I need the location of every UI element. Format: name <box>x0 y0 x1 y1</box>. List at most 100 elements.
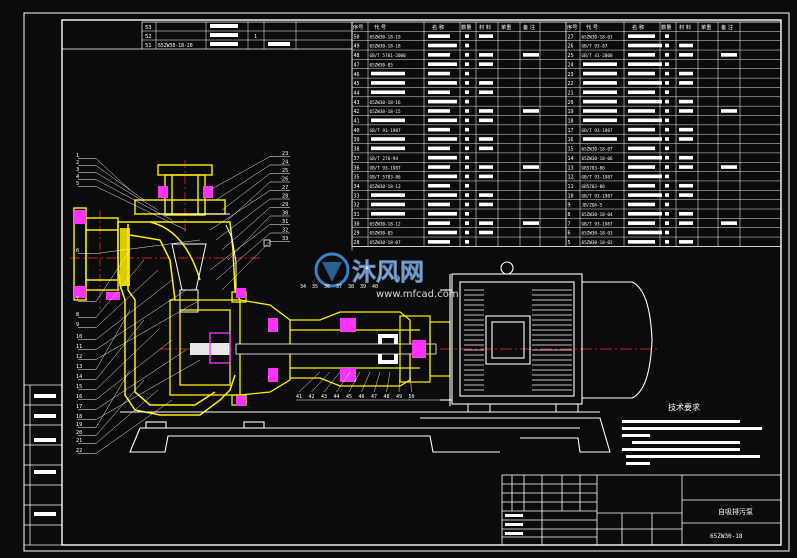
parts-row-no-l-0: 50 <box>354 34 360 40</box>
callout-left-14: 14 <box>76 374 82 380</box>
parts-row-no-r-21: 6 <box>568 231 571 237</box>
parts-row-no-l-5: 45 <box>354 81 360 87</box>
callout-right-25: 25 <box>282 168 288 174</box>
callout-left-18: 18 <box>76 414 82 420</box>
callout-left-11: 11 <box>76 344 82 350</box>
callout-left-21: 21 <box>76 438 82 444</box>
callout-bottom-50: 50 <box>409 394 415 400</box>
parts-row-code-r-20: GB/T 93-1987 <box>582 221 613 227</box>
parts-row-code-r-19: 65ZW30-18-04 <box>582 212 613 218</box>
callout-left-5: 5 <box>76 181 79 187</box>
callout-top-40: 40 <box>372 284 378 290</box>
parts-row-no-l-13: 37 <box>354 156 360 162</box>
callout-left-3: 3 <box>76 167 79 173</box>
parts-header-r-2: 名 称 <box>632 23 644 31</box>
tl-row-code-2: 65ZW30-18-20 <box>158 43 193 49</box>
parts-row-no-l-9: 41 <box>354 119 360 125</box>
parts-row-code-r-13: 65ZW30-18-06 <box>582 156 613 162</box>
parts-row-no-r-19: 8 <box>568 212 571 218</box>
callout-top-35: 35 <box>312 284 318 290</box>
parts-row-no-l-16: 34 <box>354 184 360 190</box>
callout-right-31: 31 <box>282 219 288 225</box>
parts-row-no-r-16: 11 <box>568 184 574 190</box>
parts-row-no-r-8: 19 <box>568 109 574 115</box>
parts-row-no-r-22: 5 <box>568 240 571 246</box>
callout-left-8: 8 <box>76 312 79 318</box>
parts-header-r-5: 单重 <box>701 23 711 31</box>
parts-row-no-l-11: 39 <box>354 137 360 143</box>
title-block-name: 自吸排污泵 <box>718 507 753 516</box>
tl-row-no-0: 53 <box>145 25 152 31</box>
parts-row-code-r-21: 65ZW30-18-03 <box>582 231 613 237</box>
callout-left-2: 2 <box>76 160 79 166</box>
parts-row-no-r-5: 22 <box>568 81 574 87</box>
parts-row-no-r-13: 14 <box>568 156 574 162</box>
parts-row-no-l-22: 28 <box>354 240 360 246</box>
parts-row-no-r-4: 23 <box>568 72 574 78</box>
parts-header-r-3: 数量 <box>661 23 671 31</box>
callout-top-39: 39 <box>360 284 366 290</box>
parts-header-r-4: 材 料 <box>679 23 691 31</box>
callout-right-32: 32 <box>282 228 288 234</box>
parts-row-no-r-17: 10 <box>568 193 574 199</box>
parts-row-code-r-16: GB5783-86 <box>582 184 606 190</box>
parts-row-no-l-19: 31 <box>354 212 360 218</box>
parts-row-code-l-13: GB/T 276-94 <box>370 156 399 162</box>
parts-row-no-r-14: 13 <box>568 165 574 171</box>
parts-row-no-r-1: 26 <box>568 44 574 50</box>
parts-row-no-l-17: 33 <box>354 193 360 199</box>
parts-row-no-r-15: 12 <box>568 175 574 181</box>
callout-bottom-42: 42 <box>309 394 315 400</box>
parts-row-code-r-17: GB/T 93-1987 <box>582 193 613 199</box>
parts-row-code-l-8: 65ZW30-18-15 <box>370 109 401 115</box>
parts-row-no-r-2: 25 <box>568 53 574 59</box>
callout-left-13: 13 <box>76 364 82 370</box>
callout-left-10: 10 <box>76 334 82 340</box>
watermark-brand: 沐风网 <box>352 258 424 286</box>
parts-row-no-l-2: 48 <box>354 53 360 59</box>
parts-row-code-r-0: 65ZW30-18-01 <box>582 34 613 40</box>
parts-row-no-l-15: 35 <box>354 175 360 181</box>
tl-row-no-2: 51 <box>145 43 152 49</box>
parts-row-code-r-2: GB/T 41-2000 <box>582 53 613 59</box>
callout-top-37: 37 <box>336 284 342 290</box>
callout-right-26: 26 <box>282 177 288 183</box>
tl-row-no-1: 52 <box>145 34 152 40</box>
parts-row-no-r-7: 20 <box>568 100 574 106</box>
parts-row-no-l-14: 36 <box>354 165 360 171</box>
parts-row-code-l-10: GB/T 93-1987 <box>370 128 401 134</box>
parts-header-l-3: 数量 <box>461 23 471 31</box>
parts-row-code-r-10: GB/T 93-1987 <box>582 128 613 134</box>
parts-row-code-l-1: 65ZW30-18-18 <box>370 44 401 50</box>
callout-right-23: 23 <box>282 151 288 157</box>
callout-bottom-44: 44 <box>334 394 340 400</box>
parts-row-no-l-21: 29 <box>354 231 360 237</box>
parts-row-no-l-1: 49 <box>354 44 360 50</box>
callout-left-4: 4 <box>76 174 79 180</box>
callout-bottom-48: 48 <box>384 394 390 400</box>
parts-row-no-r-3: 24 <box>568 62 574 68</box>
parts-row-no-r-20: 7 <box>568 221 571 227</box>
callout-right-29: 29 <box>282 202 288 208</box>
parts-row-code-l-21: 65ZW30-05 <box>370 231 394 237</box>
parts-row-no-r-11: 16 <box>568 137 574 143</box>
callout-right-30: 30 <box>282 211 288 217</box>
callout-bottom-47: 47 <box>371 394 377 400</box>
parts-row-no-l-12: 38 <box>354 147 360 153</box>
callout-left-20: 20 <box>76 430 82 436</box>
parts-row-code-l-20: 65ZW30-18-12 <box>370 221 401 227</box>
parts-row-code-l-0: 65ZW30-18-19 <box>370 34 401 40</box>
callout-left-12: 12 <box>76 354 82 360</box>
callout-right-24: 24 <box>282 160 288 166</box>
callout-right-33: 33 <box>282 236 288 242</box>
parts-row-no-l-4: 46 <box>354 72 360 78</box>
parts-row-code-l-7: 65ZW30-18-16 <box>370 100 401 106</box>
parts-row-no-r-10: 17 <box>568 128 574 134</box>
callout-left-19: 19 <box>76 422 82 428</box>
parts-row-code-l-2: GB/T 5781-2000 <box>370 53 407 59</box>
callout-bottom-41: 41 <box>296 394 302 400</box>
drawing-sheet: 53 52 51 65ZW30-18-20 1 序号代 号名 称数量材 料单重备… <box>0 0 797 558</box>
parts-row-no-l-18: 32 <box>354 203 360 209</box>
parts-row-code-r-14: GB5783-86 <box>582 165 606 171</box>
callout-top-34: 34 <box>300 284 306 290</box>
